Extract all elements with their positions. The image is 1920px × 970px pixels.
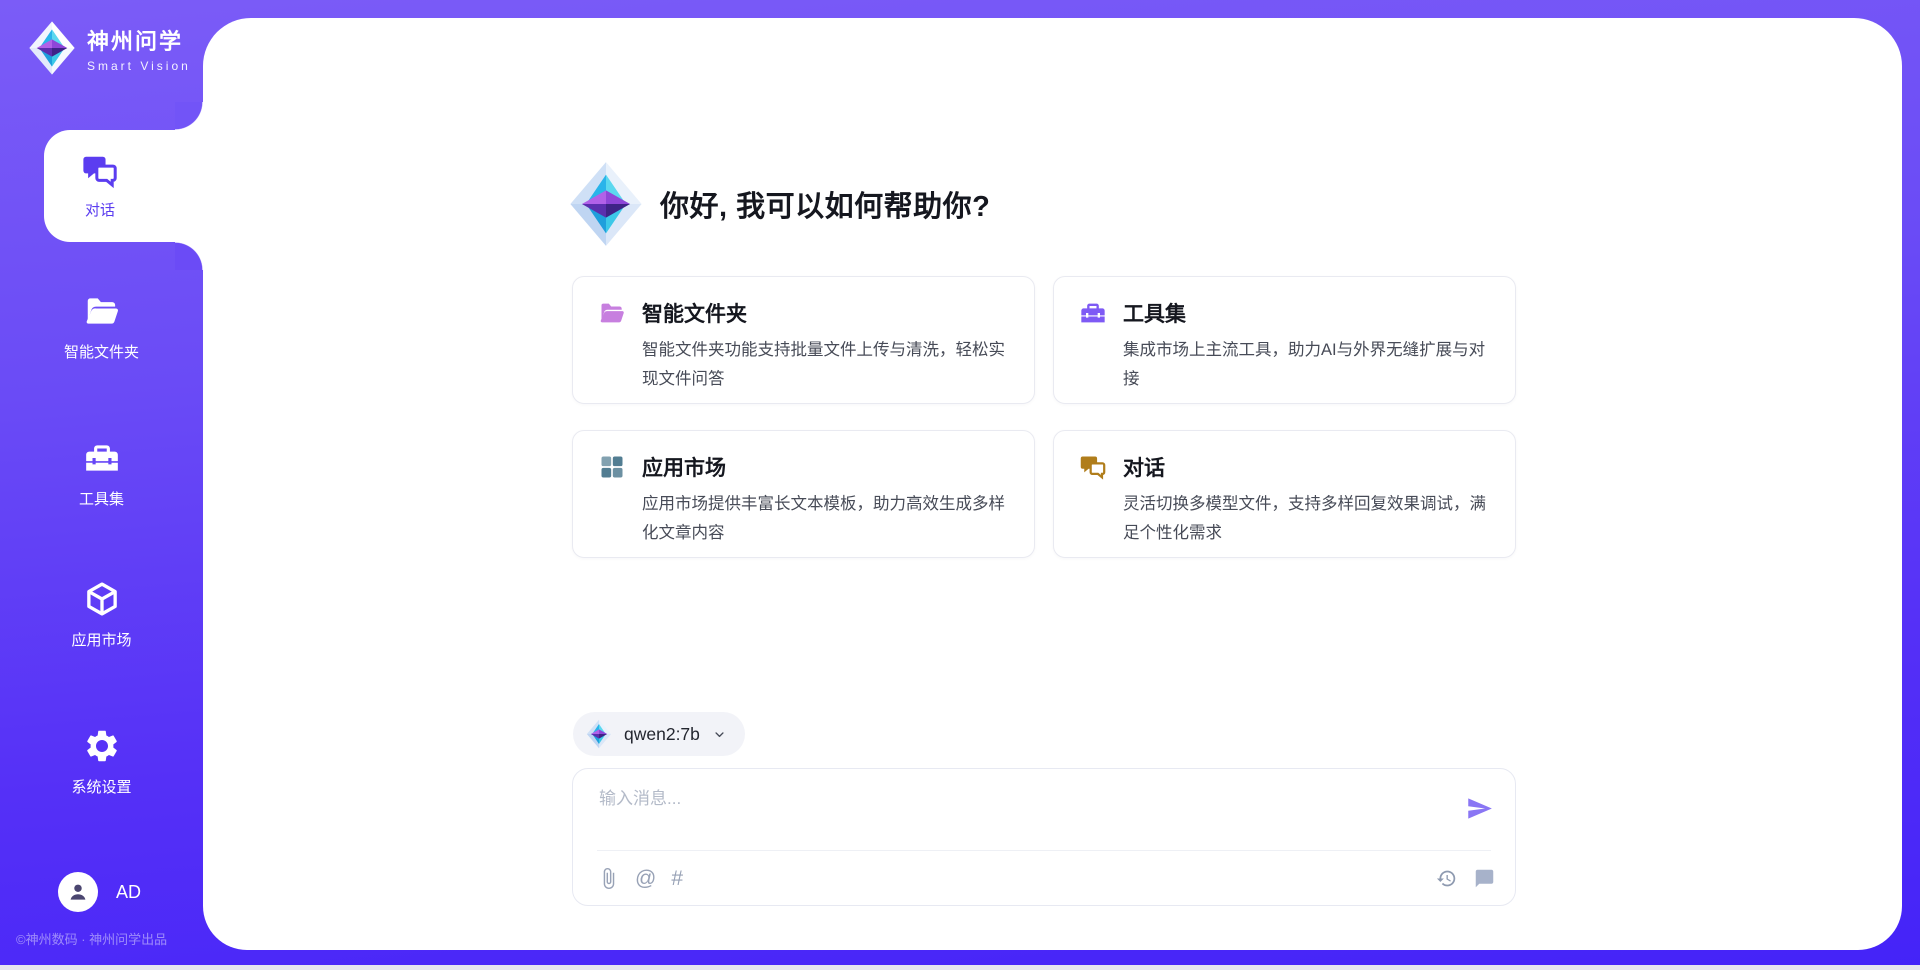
card-description: 灵活切换多模型文件，支持多样回复效果调试，满足个性化需求 [1123,490,1491,548]
card-app-market[interactable]: 应用市场 应用市场提供丰富长文本模板，助力高效生成多样化文章内容 [572,430,1035,558]
sidebar-item-chat[interactable]: 对话 [44,130,220,242]
card-toolset[interactable]: 工具集 集成市场上主流工具，助力AI与外界无缝扩展与对接 [1053,276,1516,404]
sidebar-item-label: 对话 [85,199,115,220]
message-input[interactable] [599,784,1439,842]
assistant-logo-icon [568,160,644,248]
chat-bubble-icon[interactable] [1474,868,1495,889]
greeting: 你好, 我可以如何帮助你? [568,160,990,248]
card-chat[interactable]: 对话 灵活切换多模型文件，支持多样回复效果调试，满足个性化需求 [1053,430,1516,558]
card-description: 集成市场上主流工具，助力AI与外界无缝扩展与对接 [1123,336,1491,394]
user-initials: AD [116,882,141,903]
chat-bubbles-icon [81,152,119,190]
copyright-text: ©神州数码 · 神州问学出品 [16,929,216,948]
brand-title: 神州问学 [87,24,191,56]
greeting-text: 你好, 我可以如何帮助你? [660,183,990,225]
tab-connector-top [175,102,203,130]
brand-subtitle: Smart Vision [87,59,191,73]
chevron-down-icon [712,727,727,742]
tab-connector-bottom [175,242,203,270]
card-description: 智能文件夹功能支持批量文件上传与清洗，轻松实现文件问答 [642,336,1010,394]
person-icon [66,880,90,904]
sidebar-item-app-market[interactable]: 应用市场 [0,580,203,650]
history-icon[interactable] [1436,868,1457,889]
avatar [58,872,98,912]
card-title: 对话 [1123,452,1165,482]
sidebar-item-label: 工具集 [79,488,124,509]
message-composer: @ # [572,768,1516,906]
attachment-icon[interactable] [597,867,620,890]
grid-icon [598,453,626,481]
horizontal-scrollbar[interactable] [0,965,1920,970]
feature-cards: 智能文件夹 智能文件夹功能支持批量文件上传与清洗，轻松实现文件问答 工具集 集成… [572,276,1516,558]
brand: 神州问学 Smart Vision [28,20,191,76]
sidebar-item-smart-folder[interactable]: 智能文件夹 [0,292,203,362]
folder-icon [83,292,121,330]
card-description: 应用市场提供丰富长文本模板，助力高效生成多样化文章内容 [642,490,1010,548]
toolbox-icon [1079,299,1107,327]
sidebar-item-settings[interactable]: 系统设置 [0,727,203,797]
user-menu[interactable]: AD [58,872,141,912]
gear-icon [83,727,121,765]
sidebar-item-toolset[interactable]: 工具集 [0,439,203,509]
card-smart-folder[interactable]: 智能文件夹 智能文件夹功能支持批量文件上传与清洗，轻松实现文件问答 [572,276,1035,404]
mention-icon[interactable]: @ [635,868,656,889]
card-title: 应用市场 [642,452,726,482]
card-title: 智能文件夹 [642,298,747,328]
hashtag-icon[interactable]: # [671,868,683,889]
model-selector[interactable]: qwen2:7b [573,712,745,756]
sidebar-item-label: 应用市场 [71,629,131,650]
sidebar-item-label: 智能文件夹 [64,341,139,362]
folder-icon [598,299,626,327]
brand-logo-icon [28,20,76,76]
chat-bubbles-icon [1079,453,1107,481]
model-name: qwen2:7b [624,724,700,745]
sidebar-item-label: 系统设置 [71,776,131,797]
cube-icon [83,580,121,618]
card-title: 工具集 [1123,298,1186,328]
model-logo-icon [586,719,612,749]
toolbox-icon [83,439,121,477]
send-icon[interactable] [1466,795,1493,822]
app-root: 神州问学 Smart Vision 对话 智能文件夹 工具集 应用市场 系统设置… [0,0,1920,970]
